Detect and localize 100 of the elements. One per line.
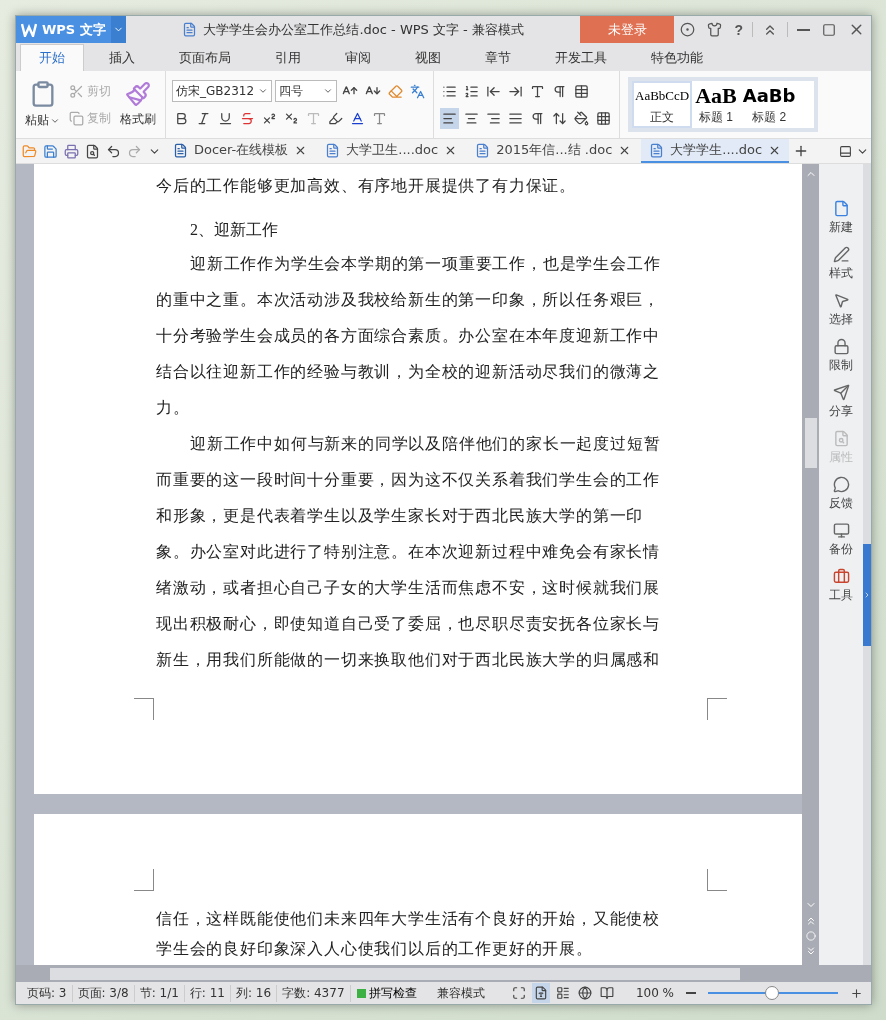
highlighter-icon <box>328 111 343 126</box>
fullscreen-icon <box>511 986 526 1000</box>
ribbon-tab[interactable]: 特色功能 <box>632 44 722 71</box>
paper-plane-icon <box>832 384 850 401</box>
text-line: 绪激动，或者担心自己子女的大学生活而焦虑不安，这时候就我们展 <box>156 578 661 598</box>
eraser-icon <box>388 83 403 99</box>
pointer-icon <box>832 292 850 309</box>
ribbon-tab[interactable]: 插入 <box>90 44 154 71</box>
status-text: 页码: 3 <box>22 984 73 1002</box>
logo-icon <box>21 22 37 37</box>
strikethrough-icon <box>240 111 255 126</box>
align-button[interactable] <box>440 107 459 129</box>
monitor-icon <box>832 522 850 539</box>
document-tab[interactable]: Docer-在线模板 <box>165 139 316 163</box>
sidebar-item[interactable]: 工具 <box>829 568 853 604</box>
arrow-right-icon <box>863 591 871 599</box>
redo-icon <box>127 143 142 159</box>
document-tab[interactable]: 大学卫生....doc <box>317 139 466 163</box>
minus-icon <box>686 992 696 994</box>
status-text: 页面: 3/8 <box>72 984 135 1002</box>
zoom-text: 100 % <box>634 986 675 1000</box>
status-text: 节: 1/1 <box>134 984 185 1002</box>
section-heading: 2、迎新工作 <box>189 220 279 240</box>
help-button[interactable]: ? <box>728 16 749 43</box>
font-size-select[interactable]: 四号 <box>275 80 337 102</box>
numbered-list-icon <box>464 83 479 99</box>
align-justify-icon <box>508 110 523 126</box>
pilcrow-icon <box>552 83 567 99</box>
lock-icon <box>832 338 850 355</box>
align-left-icon <box>442 110 457 126</box>
ribbon-tab[interactable]: 开始 <box>20 44 84 71</box>
preview-icon <box>85 143 100 159</box>
tab-label: 大学学生....doc <box>670 141 763 159</box>
text-line: 象。办公室对此进行了特别注意。在本次迎新过程中难免会有家长情 <box>156 542 661 562</box>
margin-corner-mark <box>707 698 727 720</box>
mode-text: 兼容模式 <box>435 984 486 1002</box>
sidebar-item[interactable]: 样式 <box>829 246 853 282</box>
text-line: 结合以往迎新工作的经验与教训，为全校的迎新活动尽我们的微薄之 <box>156 362 661 382</box>
font-color-icon <box>350 111 365 126</box>
bullet-list-icon <box>442 83 457 99</box>
ribbon-tab[interactable]: 视图 <box>396 44 460 71</box>
scroll-thumb[interactable] <box>804 418 817 468</box>
horizontal-scrollbar[interactable] <box>16 965 871 982</box>
sidebar-item[interactable]: 新建 <box>829 200 853 236</box>
align-right-icon <box>486 110 501 126</box>
document-icon <box>325 142 341 158</box>
document-icon <box>475 142 491 158</box>
copy-icon <box>69 110 84 126</box>
docer-icon <box>173 142 188 158</box>
sidebar-item[interactable]: 反馈 <box>829 476 853 512</box>
caret-icon <box>258 86 268 96</box>
maximize-icon <box>822 22 836 37</box>
ribbon-tab[interactable]: 审阅 <box>326 44 390 71</box>
text-icon <box>530 83 545 99</box>
ribbon-tab[interactable]: 页面布局 <box>160 44 250 71</box>
subscript-icon <box>284 111 299 126</box>
ribbon-tab[interactable]: 引用 <box>256 44 320 71</box>
pen-icon <box>832 246 850 263</box>
document-tab[interactable]: 大学学生....doc <box>641 139 790 163</box>
status-text: 列: 16 <box>231 984 278 1002</box>
format-painter-button[interactable]: 格式刷 <box>117 79 159 130</box>
sidebar-item[interactable]: 分享 <box>829 384 853 420</box>
globe-icon <box>577 986 592 1000</box>
text-line: 今后的工作能够更加高效、有序地开展提供了有力保证。 <box>156 176 577 196</box>
text-line: 而重要的这一段时间十分重要，因为这不仅关系着我们学生会的工作 <box>156 470 661 490</box>
spell-check-button[interactable]: 拼写检查 <box>350 984 423 1002</box>
font-name-select[interactable]: 仿宋_GB2312 <box>172 80 272 102</box>
text-line: 的重中之重。本次活动涉及我校给新生的第一印象，所以任务艰巨， <box>156 290 661 310</box>
text-line: 学生会的良好印象深入人心使我们以后的工作更好的开展。 <box>156 939 594 959</box>
circle-icon <box>680 22 696 37</box>
ribbon-tab[interactable]: 开发工具 <box>536 44 626 71</box>
paintbrush-icon <box>125 81 151 107</box>
document-icon <box>182 22 198 37</box>
file-search-icon <box>832 430 850 447</box>
style-item[interactable]: AaBbCcD 正文 <box>632 81 693 128</box>
paste-button[interactable]: 粘贴 <box>22 78 63 131</box>
caret-icon <box>323 86 333 96</box>
superscript-icon <box>262 111 277 126</box>
sidebar-item[interactable]: 限制 <box>829 338 853 374</box>
pane-toggle[interactable] <box>863 544 871 646</box>
sidebar-item[interactable]: 选择 <box>829 292 853 328</box>
status-text: 字数: 4377 <box>277 984 351 1002</box>
vertical-scrollbar[interactable] <box>802 164 819 965</box>
text-line: 信任，这样既能使他们未来四年大学生活有个良好的开始，又能使校 <box>156 909 661 929</box>
text-line: 新生，用我们所能做的一切来换取他们对于西北民族大学的归属感和 <box>156 650 661 670</box>
minimize-icon <box>797 28 810 31</box>
bold-icon <box>174 111 189 126</box>
document-tab[interactable]: 2015年信...结 .doc <box>467 139 640 163</box>
text-line: 力。 <box>156 398 191 418</box>
sidebar-item[interactable]: 备份 <box>829 522 853 558</box>
file-icon <box>832 200 850 217</box>
undo-icon <box>106 143 121 159</box>
phonetic-icon <box>410 83 425 99</box>
zoom-out-button[interactable] <box>684 989 698 997</box>
toolbox-icon <box>832 568 850 585</box>
zoom-thumb[interactable] <box>764 986 779 1000</box>
ribbon-tab[interactable]: 章节 <box>466 44 530 71</box>
view-button[interactable] <box>531 983 550 1003</box>
document-icon <box>649 142 665 158</box>
scroll-thumb[interactable] <box>50 967 740 980</box>
